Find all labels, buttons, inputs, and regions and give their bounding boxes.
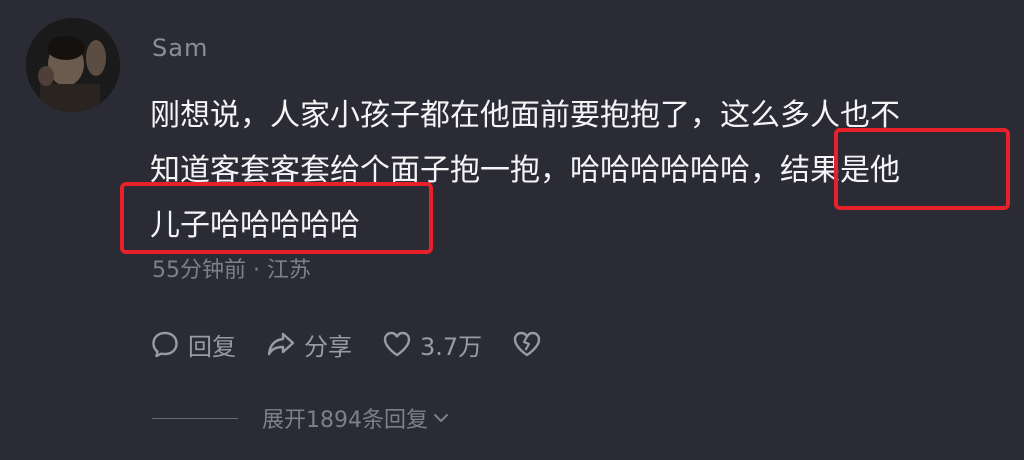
divider-line — [152, 417, 238, 419]
comment-line: 儿子哈哈哈哈哈 — [150, 208, 360, 243]
comment-text: 刚想说，人家小孩子都在他面前要抱抱了，这么多人也不 知道客套客套给个面子抱一抱，… — [150, 88, 1010, 253]
reply-label: 回复 — [188, 332, 236, 361]
broken-heart-icon — [513, 331, 541, 357]
comment-line: 刚想说，人家小孩子都在他面前要抱抱了，这么多人也不 — [150, 98, 900, 133]
comment-meta: 55分钟前 · 江苏 — [152, 258, 311, 283]
share-icon — [267, 332, 295, 356]
like-button[interactable]: 3.7万 — [382, 327, 482, 362]
dislike-button[interactable] — [512, 329, 542, 359]
comment-actions: 回复 分享 3.7万 — [150, 326, 572, 362]
avatar[interactable] — [26, 18, 120, 112]
share-label: 分享 — [304, 332, 352, 361]
avatar-image — [26, 18, 120, 112]
expand-replies-label: 展开1894条回复 — [262, 408, 428, 433]
reply-button[interactable]: 回复 — [150, 327, 236, 362]
expand-replies-button[interactable]: 展开1894条回复 — [152, 402, 450, 434]
like-count: 3.7万 — [420, 332, 483, 361]
comment-author[interactable]: Sam — [152, 34, 208, 62]
heart-icon — [383, 331, 411, 357]
share-button[interactable]: 分享 — [266, 327, 352, 362]
chevron-down-icon — [434, 414, 448, 422]
comment-line: 知道客套客套给个面子抱一抱，哈哈哈哈哈哈，结果是他 — [150, 153, 900, 188]
reply-icon — [152, 331, 178, 358]
